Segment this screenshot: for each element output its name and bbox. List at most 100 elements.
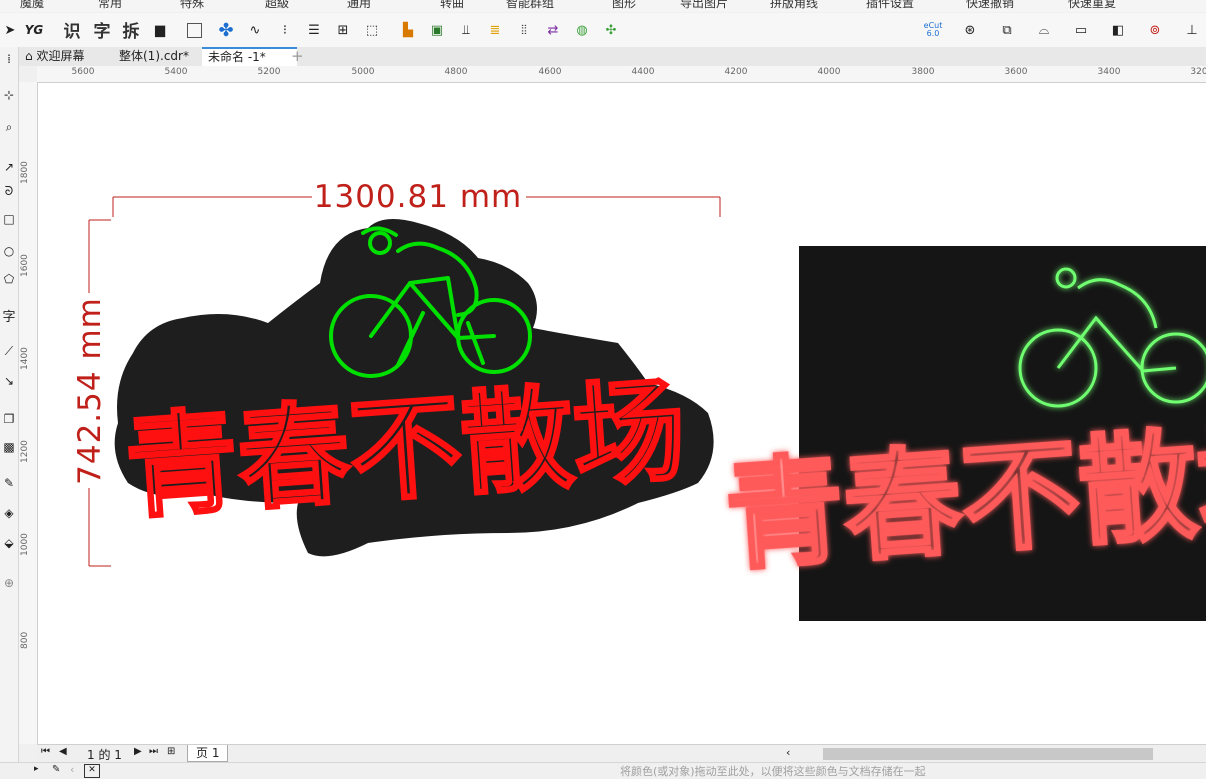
ruler-label: 1800 [20, 161, 30, 184]
dimension-tool-icon[interactable]: ⟋ [1, 343, 17, 359]
drawing-canvas[interactable]: 1300.81 mm 742.54 mm 青春不散场 青春不散场 [38, 83, 1206, 744]
scroll-left-icon[interactable]: ‹ [786, 746, 790, 759]
menu-bar: 魔魔 常用 特殊 超級 通用 转曲 智能群组 图形 导出图片 拼版角线 插件设置… [0, 0, 1206, 12]
add-tool-icon[interactable]: ⊕ [1, 575, 17, 591]
ruler-label: 3600 [1004, 67, 1028, 77]
menu-item[interactable]: 导出图片 [680, 0, 728, 11]
neon-preview-image[interactable]: 青春不散场 [720, 246, 1206, 621]
transparency-tool-icon[interactable]: ▩ [1, 439, 17, 455]
ruler-label: 3800 [911, 67, 935, 77]
vertical-ruler[interactable]: 1800 1600 1400 1200 1000 800 [19, 82, 38, 744]
artistic-media-icon[interactable]: ᘐ [1, 183, 17, 199]
first-page-icon[interactable]: ⏮ [41, 746, 50, 757]
menu-item[interactable]: 插件设置 [866, 0, 914, 11]
document-tabs: ⌂ 欢迎屏幕 整体(1).cdr* 未命名 -1* + [19, 47, 1206, 67]
tab-document-1[interactable]: 整体(1).cdr* [113, 47, 195, 66]
measure-icon[interactable]: ⌓ [1034, 20, 1054, 40]
rectangle-tool-icon[interactable]: □ [1, 211, 17, 227]
color-docker-bar: ▸ ✎ ‹ ✕ 将颜色(或对象)拖动至此处，以便将这些颜色与文档存储在一起 [0, 762, 1206, 778]
group-icon[interactable]: ⊞ [333, 20, 353, 40]
yg-logo-icon[interactable]: YG [24, 20, 44, 40]
polygon-tool-icon[interactable]: ⬠ [1, 271, 17, 287]
clover-icon[interactable]: ✤ [216, 20, 236, 41]
menu-item[interactable]: 转曲 [440, 0, 464, 11]
font-button[interactable]: 字 [92, 19, 112, 42]
frame-icon[interactable]: ⧉ [997, 20, 1017, 40]
menu-item[interactable]: 特殊 [180, 0, 204, 11]
crop-tool-icon[interactable]: ⊹ [1, 87, 17, 103]
prev-page-icon[interactable]: ◀ [59, 746, 67, 757]
menu-item[interactable]: 通用 [347, 0, 371, 11]
copy-icon[interactable]: ▆ [150, 20, 170, 40]
target-icon[interactable]: ⊚ [1145, 20, 1165, 40]
toolbox: ⁞ ⊹ ⌕ ↗ ᘐ □ ○ ⬠ 字 ⟋ ↘ ❐ ▩ ✎ ◈ ⬙ ⊕ [0, 47, 19, 777]
menu-item[interactable]: 拼版角线 [770, 0, 818, 11]
new-tab-button[interactable]: + [285, 47, 310, 66]
ruler-label: 4800 [444, 67, 468, 77]
menu-item[interactable]: 快速重复 [1068, 0, 1116, 11]
eyedropper-tool-icon[interactable]: ✎ [1, 475, 17, 491]
ruler-tool-icon[interactable]: ⫫ [456, 20, 476, 40]
distribute-icon[interactable]: ⊥ [1182, 20, 1202, 40]
tab-untitled[interactable]: 未命名 -1* [202, 47, 297, 66]
ruler-label: 1000 [20, 533, 30, 556]
menu-item[interactable]: 快速撤销 [966, 0, 1014, 11]
tab-label: 未命名 -1* [208, 50, 266, 64]
sign-artwork[interactable]: 青春不散场 [114, 219, 714, 557]
page-info: 1 的 1 [87, 748, 122, 762]
tab-welcome[interactable]: ⌂ 欢迎屏幕 [19, 47, 90, 66]
menu-item[interactable]: 智能群组 [506, 0, 554, 11]
menu-item[interactable]: 超級 [265, 0, 289, 11]
smart-fill-icon[interactable]: ⬙ [1, 535, 17, 551]
last-page-icon[interactable]: ⏭ [149, 746, 158, 757]
text-tool-icon[interactable]: 字 [1, 307, 17, 325]
image-icon[interactable]: ▣ [427, 20, 447, 40]
width-dimension-label[interactable]: 1300.81 mm [314, 179, 522, 215]
layers-icon[interactable]: ◧ [1108, 20, 1128, 40]
ecut-icon[interactable]: eCut 6.0 [922, 20, 944, 40]
barcode-icon[interactable]: ⦙⦙ [514, 20, 534, 40]
ruler-label: 4400 [631, 67, 655, 77]
no-color-swatch[interactable]: ✕ [84, 764, 100, 778]
ruler-label: 800 [20, 631, 30, 649]
ellipse-tool-icon[interactable]: ○ [1, 243, 17, 259]
shadow-tool-icon[interactable]: ❐ [1, 411, 17, 427]
select-dotted-icon[interactable]: ⬚ [362, 20, 382, 40]
pick-tool-icon[interactable]: ➤ [0, 20, 20, 40]
palette-arrow-icon[interactable]: ▸ [34, 764, 39, 774]
arrange-icon[interactable]: ▙ [398, 20, 418, 40]
align-icon[interactable]: ⁝ [275, 20, 295, 40]
add-page-icon[interactable]: ⊞ [167, 746, 175, 757]
ruler-corner[interactable] [19, 66, 38, 83]
lines-icon[interactable]: ☰ [304, 20, 324, 40]
recognize-text-button[interactable]: 识 [62, 19, 82, 42]
next-page-icon[interactable]: ▶ [134, 746, 142, 757]
search-shape-icon[interactable]: ⊛ [960, 20, 980, 40]
height-dimension-label[interactable]: 742.54 mm [72, 297, 108, 485]
wave-icon[interactable]: ∿ [245, 20, 265, 40]
shuffle-icon[interactable]: ⇄ [543, 20, 563, 40]
node-tool-icon[interactable]: ⁞ [1, 51, 17, 67]
horizontal-scrollbar[interactable]: ‹ [782, 744, 1206, 763]
split-button[interactable]: 拆 [121, 19, 141, 42]
horizontal-ruler[interactable]: 5600 5400 5200 5000 4800 4600 4400 4200 … [37, 66, 1206, 83]
home-icon: ⌂ [25, 49, 33, 63]
menu-item[interactable]: 常用 [98, 0, 122, 11]
scroll-thumb[interactable] [823, 748, 1153, 760]
menu-item[interactable]: 魔魔 [20, 0, 44, 11]
tape-icon[interactable]: ▭ [1071, 20, 1091, 40]
palette-left-icon[interactable]: ‹ [70, 763, 74, 776]
tab-label: 欢迎屏幕 [36, 49, 85, 63]
curve-tool-icon[interactable]: ↗ [1, 159, 17, 175]
eyedropper-icon[interactable]: ✎ [52, 764, 60, 775]
zoom-tool-icon[interactable]: ⌕ [1, 119, 17, 135]
grid-icon[interactable] [187, 23, 202, 38]
ruler-label: 1200 [20, 440, 30, 463]
fill-tool-icon[interactable]: ◈ [1, 505, 17, 521]
disc-icon[interactable]: ◍ [572, 20, 592, 40]
connector-tool-icon[interactable]: ↘ [1, 373, 17, 389]
list-icon[interactable]: ≣ [485, 20, 505, 40]
tab-page-1[interactable]: 页 1 [187, 745, 229, 762]
puzzle-icon[interactable]: ✣ [601, 20, 621, 40]
menu-item[interactable]: 图形 [612, 0, 636, 11]
